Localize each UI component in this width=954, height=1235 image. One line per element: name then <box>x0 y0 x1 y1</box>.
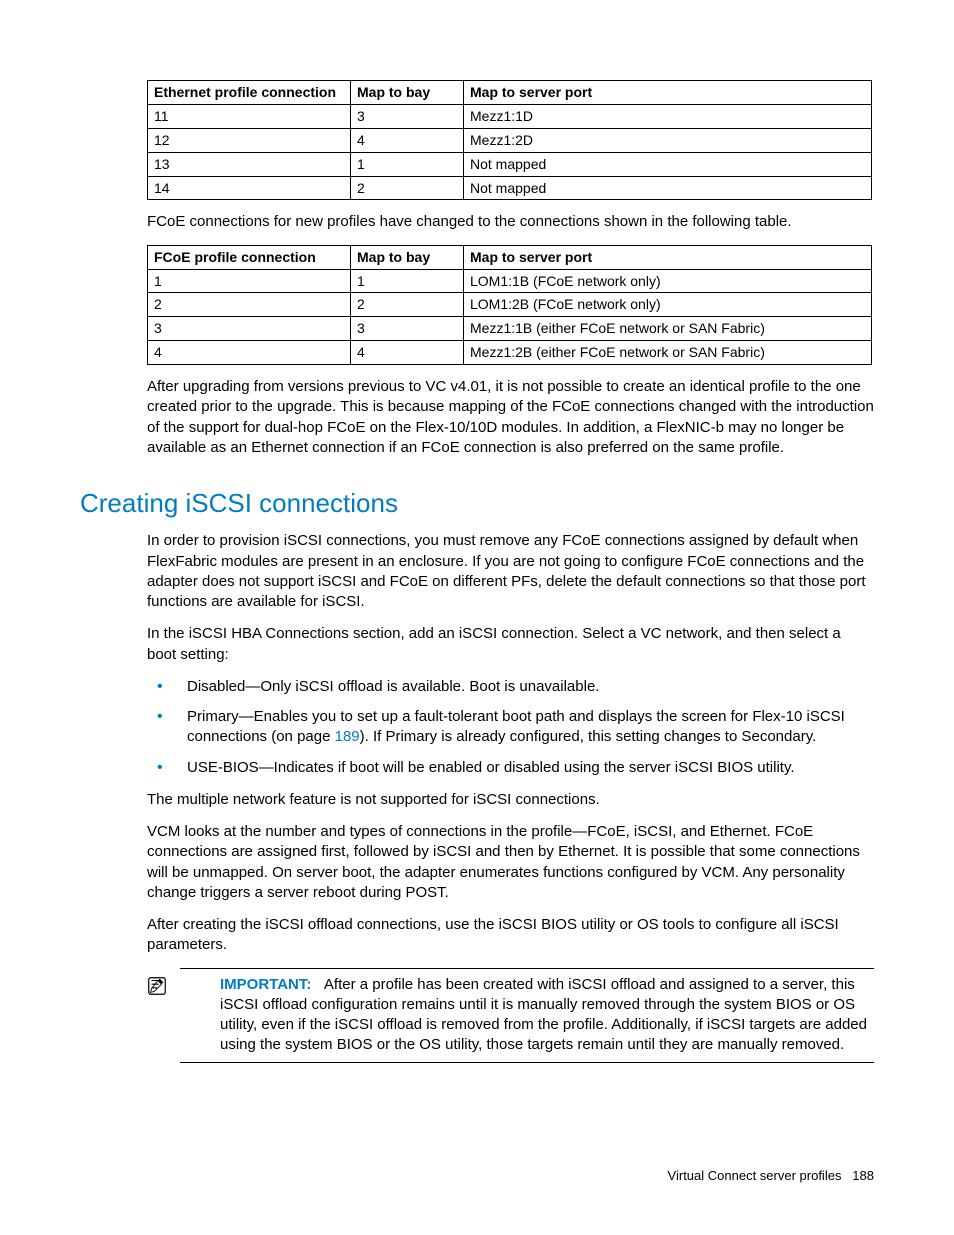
table-cell: Mezz1:2D <box>464 128 872 152</box>
table-cell: 14 <box>148 176 351 200</box>
para-iscsi-2: In the iSCSI HBA Connections section, ad… <box>147 624 874 665</box>
table-cell: 4 <box>351 341 464 365</box>
para-between-tables: FCoE connections for new profiles have c… <box>147 212 874 232</box>
para-iscsi-5: After creating the iSCSI offload connect… <box>147 915 874 956</box>
footer-section: Virtual Connect server profiles <box>668 1168 842 1183</box>
para-iscsi-3: The multiple network feature is not supp… <box>147 790 874 810</box>
table-cell: Mezz1:1B (either FCoE network or SAN Fab… <box>464 317 872 341</box>
table-row: 2 2 LOM1:2B (FCoE network only) <box>148 293 872 317</box>
table-cell: 4 <box>148 341 351 365</box>
table-row: 1 1 LOM1:1B (FCoE network only) <box>148 269 872 293</box>
para-iscsi-1: In order to provision iSCSI connections,… <box>147 531 874 612</box>
table-row: 14 2 Not mapped <box>148 176 872 200</box>
important-text: After a profile has been created with iS… <box>220 976 867 1054</box>
table-cell: 4 <box>351 128 464 152</box>
table-row: 12 4 Mezz1:2D <box>148 128 872 152</box>
table-row: 11 3 Mezz1:1D <box>148 104 872 128</box>
list-item-text-post: ). If Primary is already configured, thi… <box>360 728 817 745</box>
table-cell: Not mapped <box>464 152 872 176</box>
fcoe-profile-table: FCoE profile connection Map to bay Map t… <box>147 245 872 365</box>
table-cell: 3 <box>148 317 351 341</box>
para-after-table2: After upgrading from versions previous t… <box>147 377 874 458</box>
list-item: USE-BIOS—Indicates if boot will be enabl… <box>147 758 874 778</box>
table-cell: 3 <box>351 104 464 128</box>
table-cell: Mezz1:1D <box>464 104 872 128</box>
table-row: 3 3 Mezz1:1B (either FCoE network or SAN… <box>148 317 872 341</box>
table-cell: 2 <box>351 176 464 200</box>
table2-header-port: Map to server port <box>464 245 872 269</box>
table-cell: Mezz1:2B (either FCoE network or SAN Fab… <box>464 341 872 365</box>
table-cell: 3 <box>351 317 464 341</box>
table-cell: 1 <box>351 152 464 176</box>
table2-header-conn: FCoE profile connection <box>148 245 351 269</box>
list-item: Disabled—Only iSCSI offload is available… <box>147 677 874 697</box>
page-footer: Virtual Connect server profiles 188 <box>668 1167 874 1185</box>
important-label: IMPORTANT: <box>220 976 311 993</box>
important-icon <box>146 975 168 997</box>
table1-header-conn: Ethernet profile connection <box>148 81 351 105</box>
table-cell: Not mapped <box>464 176 872 200</box>
table-cell: LOM1:2B (FCoE network only) <box>464 293 872 317</box>
table-cell: 12 <box>148 128 351 152</box>
table2-header-bay: Map to bay <box>351 245 464 269</box>
table-row: 13 1 Not mapped <box>148 152 872 176</box>
table1-header-bay: Map to bay <box>351 81 464 105</box>
table-cell: 2 <box>148 293 351 317</box>
table-row: 4 4 Mezz1:2B (either FCoE network or SAN… <box>148 341 872 365</box>
page-link-189[interactable]: 189 <box>335 728 360 745</box>
boot-setting-list: Disabled—Only iSCSI offload is available… <box>147 677 874 778</box>
table-cell: 1 <box>351 269 464 293</box>
section-heading-creating-iscsi: Creating iSCSI connections <box>80 486 874 521</box>
para-iscsi-4: VCM looks at the number and types of con… <box>147 822 874 903</box>
table-cell: LOM1:1B (FCoE network only) <box>464 269 872 293</box>
table-cell: 11 <box>148 104 351 128</box>
important-callout: IMPORTANT: After a profile has been crea… <box>180 968 874 1063</box>
table-cell: 1 <box>148 269 351 293</box>
table-cell: 2 <box>351 293 464 317</box>
list-item: Primary—Enables you to set up a fault-to… <box>147 707 874 748</box>
table1-header-port: Map to server port <box>464 81 872 105</box>
ethernet-profile-table: Ethernet profile connection Map to bay M… <box>147 80 872 200</box>
table-cell: 13 <box>148 152 351 176</box>
footer-page-number: 188 <box>852 1168 874 1183</box>
